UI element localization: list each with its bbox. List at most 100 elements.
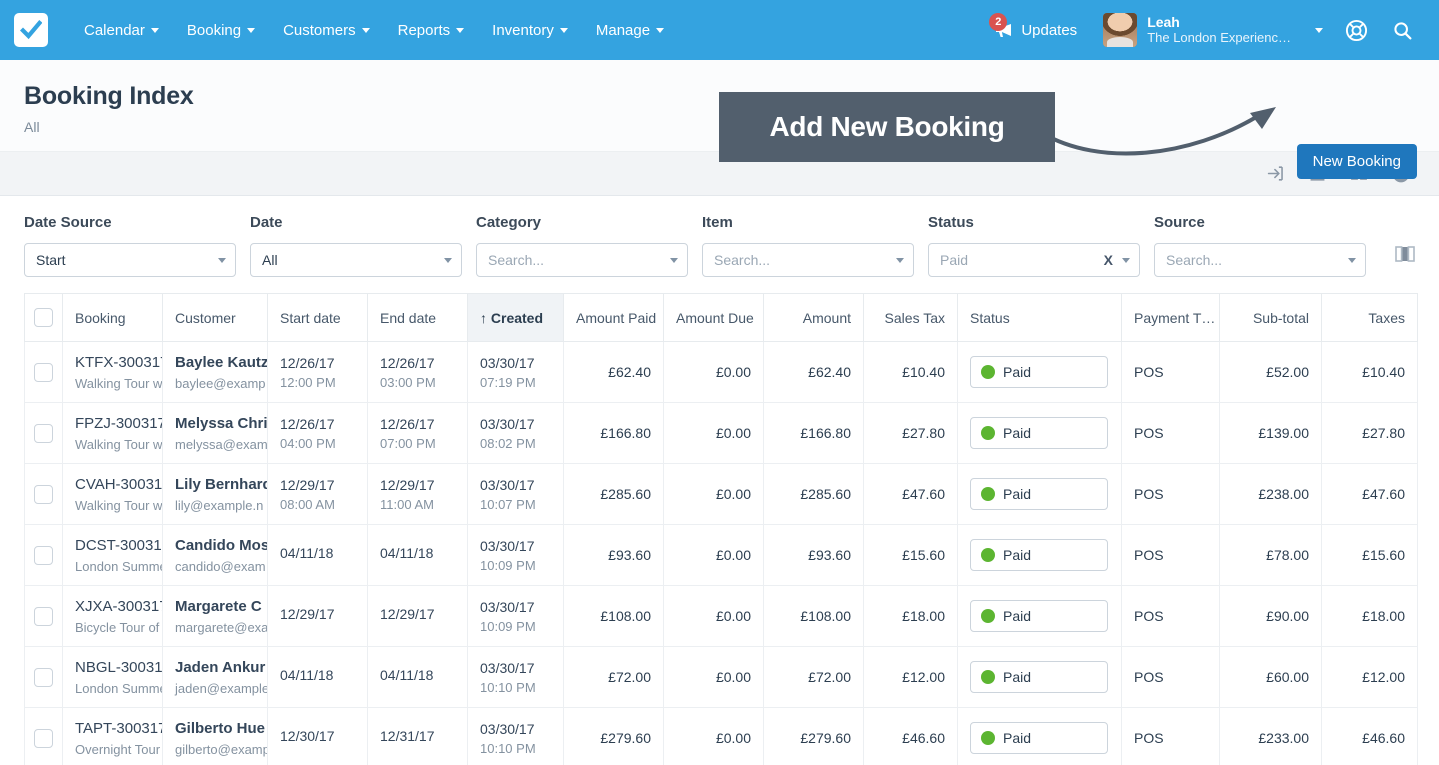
start-date: 12/30/17 — [280, 728, 335, 744]
date-select[interactable]: All — [250, 243, 462, 277]
customer-email: jaden@example — [175, 680, 268, 696]
chevron-down-icon — [456, 27, 465, 33]
cell-booking: CVAH-30031 Walking Tour w — [62, 463, 163, 525]
row-checkbox[interactable] — [34, 362, 53, 382]
status-dot-icon — [981, 426, 995, 440]
column-header-payment-type[interactable]: Payment T… — [1121, 293, 1220, 342]
cell-amount: £166.80 — [763, 402, 864, 464]
column-header-created[interactable]: ↑ Created — [467, 293, 564, 342]
cell-payment-type: POS — [1121, 402, 1220, 464]
booking-id: CVAH-30031 — [75, 475, 163, 493]
table-row[interactable]: KTFX-300317 Walking Tour w Baylee Kautz … — [24, 341, 1418, 403]
cell-amount-due: £0.00 — [663, 585, 764, 647]
filter-status: Status Paid X — [928, 214, 1140, 277]
column-header-status[interactable]: Status — [957, 293, 1122, 342]
column-header-amount[interactable]: Amount — [763, 293, 864, 342]
column-header-booking[interactable]: Booking — [62, 293, 163, 342]
nav-label: Calendar — [84, 21, 145, 39]
filter-placeholder: Search... — [488, 252, 545, 268]
nav-label: Booking — [186, 21, 242, 39]
start-time: 08:00 AM — [280, 496, 335, 512]
row-checkbox[interactable] — [34, 545, 53, 565]
row-checkbox[interactable] — [34, 423, 53, 443]
new-booking-button[interactable]: New Booking — [1296, 144, 1417, 179]
app-logo[interactable] — [14, 13, 48, 47]
table-row[interactable]: DCST-300317 London Summe Candido Mos can… — [24, 524, 1418, 586]
cell-customer: Candido Mos candido@exam — [162, 524, 268, 586]
select-all-checkbox[interactable] — [34, 308, 53, 327]
status-dropdown[interactable]: Paid — [970, 478, 1108, 510]
filter-category: Category Search... — [476, 214, 688, 277]
table-row[interactable]: NBGL-300317 London Summe Jaden Ankur jad… — [24, 646, 1418, 708]
nav-item-booking[interactable]: Booking — [173, 16, 269, 45]
category-select[interactable]: Search... — [476, 243, 688, 277]
cell-payment-type: POS — [1121, 646, 1220, 708]
search-button[interactable] — [1380, 14, 1425, 47]
date-source-select[interactable]: Start — [24, 243, 236, 277]
column-header-amount-due[interactable]: Amount Due — [663, 293, 764, 342]
item-select[interactable]: Search... — [702, 243, 914, 277]
clear-status-filter-icon[interactable]: X — [1100, 252, 1122, 268]
row-checkbox[interactable] — [34, 667, 53, 687]
column-header-end-date[interactable]: End date — [367, 293, 468, 342]
created-date: 03/30/17 — [480, 659, 535, 676]
table-row[interactable]: XJXA-300317 Bicycle Tour of Margarete C … — [24, 585, 1418, 647]
table-row[interactable]: TAPT-300317 Overnight Tour Gilberto Hue … — [24, 707, 1418, 765]
nav-item-reports[interactable]: Reports — [384, 16, 479, 45]
cell-booking: XJXA-300317 Bicycle Tour of — [62, 585, 163, 647]
columns-toggle-icon[interactable] — [1393, 242, 1417, 271]
table-body: KTFX-300317 Walking Tour w Baylee Kautz … — [24, 341, 1418, 765]
cell-start-date: 12/30/17 — [267, 707, 368, 765]
nav-item-inventory[interactable]: Inventory — [478, 16, 582, 45]
status-label: Paid — [1003, 486, 1032, 502]
customer-name: Margarete C — [175, 597, 262, 615]
cell-created: 03/30/17 10:07 PM — [467, 463, 564, 525]
nav-item-customers[interactable]: Customers — [269, 16, 384, 45]
cell-taxes: £15.60 — [1321, 524, 1418, 586]
user-menu[interactable]: Leah The London Experienc… — [1089, 9, 1333, 51]
lifebuoy-icon — [1345, 19, 1368, 41]
row-checkbox[interactable] — [34, 484, 53, 504]
status-select[interactable]: Paid X — [928, 243, 1140, 277]
table-row[interactable]: FPZJ-300317 Walking Tour w Melyssa Chri … — [24, 402, 1418, 464]
status-dropdown[interactable]: Paid — [970, 600, 1108, 632]
column-header-customer[interactable]: Customer — [162, 293, 268, 342]
cell-amount-due: £0.00 — [663, 341, 764, 403]
source-select[interactable]: Search... — [1154, 243, 1366, 277]
customer-email: lily@example.n — [175, 497, 264, 513]
filter-value: All — [262, 252, 278, 268]
status-dropdown[interactable]: Paid — [970, 356, 1108, 388]
nav-item-manage[interactable]: Manage — [582, 16, 678, 45]
status-dropdown[interactable]: Paid — [970, 417, 1108, 449]
status-dropdown[interactable]: Paid — [970, 539, 1108, 571]
support-button[interactable] — [1333, 13, 1380, 48]
cell-status: Paid — [957, 463, 1122, 525]
cell-start-date: 12/29/17 08:00 AM — [267, 463, 368, 525]
status-dropdown[interactable]: Paid — [970, 661, 1108, 693]
status-dot-icon — [981, 609, 995, 623]
nav-label: Customers — [283, 21, 356, 39]
column-header-sub-total[interactable]: Sub-total — [1219, 293, 1322, 342]
row-checkbox[interactable] — [34, 728, 53, 748]
column-header-start-date[interactable]: Start date — [267, 293, 368, 342]
column-header-taxes[interactable]: Taxes — [1321, 293, 1418, 342]
status-dropdown[interactable]: Paid — [970, 722, 1108, 754]
column-header-sales-tax[interactable]: Sales Tax — [863, 293, 958, 342]
cell-sales-tax: £27.80 — [863, 402, 958, 464]
updates-button[interactable]: 2 Updates — [983, 12, 1089, 45]
row-checkbox[interactable] — [34, 606, 53, 626]
customer-email: baylee@examp — [175, 375, 266, 391]
cell-end-date: 12/26/17 03:00 PM — [367, 341, 468, 403]
end-time: 11:00 AM — [380, 496, 434, 512]
cell-created: 03/30/17 10:10 PM — [467, 646, 564, 708]
import-icon[interactable] — [1267, 164, 1286, 183]
cell-status: Paid — [957, 707, 1122, 765]
column-header-amount-paid[interactable]: Amount Paid — [563, 293, 664, 342]
nav-item-calendar[interactable]: Calendar — [70, 16, 173, 45]
table-row[interactable]: CVAH-30031 Walking Tour w Lily Bernhard … — [24, 463, 1418, 525]
booking-item: Overnight Tour — [75, 741, 161, 757]
cell-taxes: £46.60 — [1321, 707, 1418, 765]
start-date: 04/11/18 — [280, 545, 334, 561]
customer-email: gilberto@examp — [175, 741, 268, 757]
filter-item: Item Search... — [702, 214, 914, 277]
